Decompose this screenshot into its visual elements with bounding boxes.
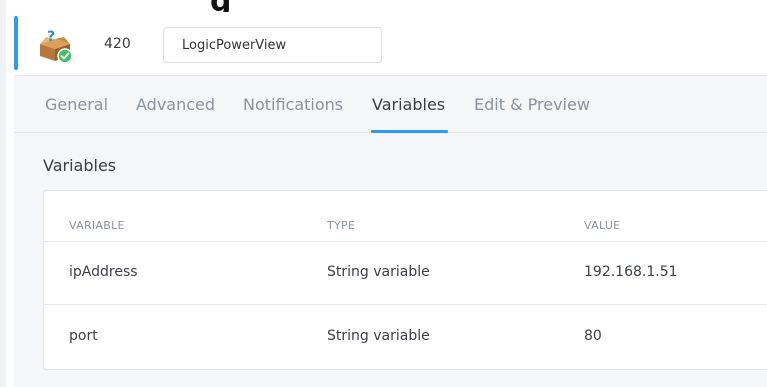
device-header: ? 420 xyxy=(14,14,767,76)
selected-accent-bar xyxy=(14,16,18,70)
page: g ? 420 General Advanced Notification xyxy=(0,0,767,387)
column-header-value: VALUE xyxy=(584,219,621,232)
variable-type: String variable xyxy=(327,264,430,280)
column-header-variable: VARIABLE xyxy=(69,219,125,232)
table-row[interactable]: ipAddress String variable 192.168.1.51 xyxy=(44,242,767,305)
variables-table: VARIABLE TYPE VALUE ipAddress String var… xyxy=(43,190,767,370)
content-area: General Advanced Notifications Variables… xyxy=(14,76,767,387)
cropped-heading: g xyxy=(0,0,767,12)
section-title: Variables xyxy=(43,156,117,175)
device-name-input[interactable] xyxy=(163,27,382,63)
table-header: VARIABLE TYPE VALUE xyxy=(44,191,767,242)
svg-text:?: ? xyxy=(47,29,55,45)
variable-name: port xyxy=(69,328,98,344)
variable-name: ipAddress xyxy=(69,264,138,280)
tab-bar: General Advanced Notifications Variables… xyxy=(14,76,767,133)
tab-advanced[interactable]: Advanced xyxy=(136,95,215,114)
column-header-type: TYPE xyxy=(327,219,356,232)
cropped-heading-glyph: g xyxy=(210,0,231,12)
table-row[interactable]: port String variable 80 xyxy=(44,306,767,369)
tab-edit-preview[interactable]: Edit & Preview xyxy=(474,95,590,114)
tab-general[interactable]: General xyxy=(45,95,108,114)
tab-notifications[interactable]: Notifications xyxy=(243,95,343,114)
checkmark-circle-icon xyxy=(57,48,73,64)
device-id: 420 xyxy=(104,36,131,52)
tab-variables[interactable]: Variables xyxy=(372,95,445,114)
variable-value: 192.168.1.51 xyxy=(584,264,678,280)
active-tab-indicator xyxy=(371,130,448,133)
variable-type: String variable xyxy=(327,328,430,344)
question-box-icon: ? xyxy=(40,29,73,64)
left-edge xyxy=(0,0,6,387)
variable-value: 80 xyxy=(584,328,602,344)
